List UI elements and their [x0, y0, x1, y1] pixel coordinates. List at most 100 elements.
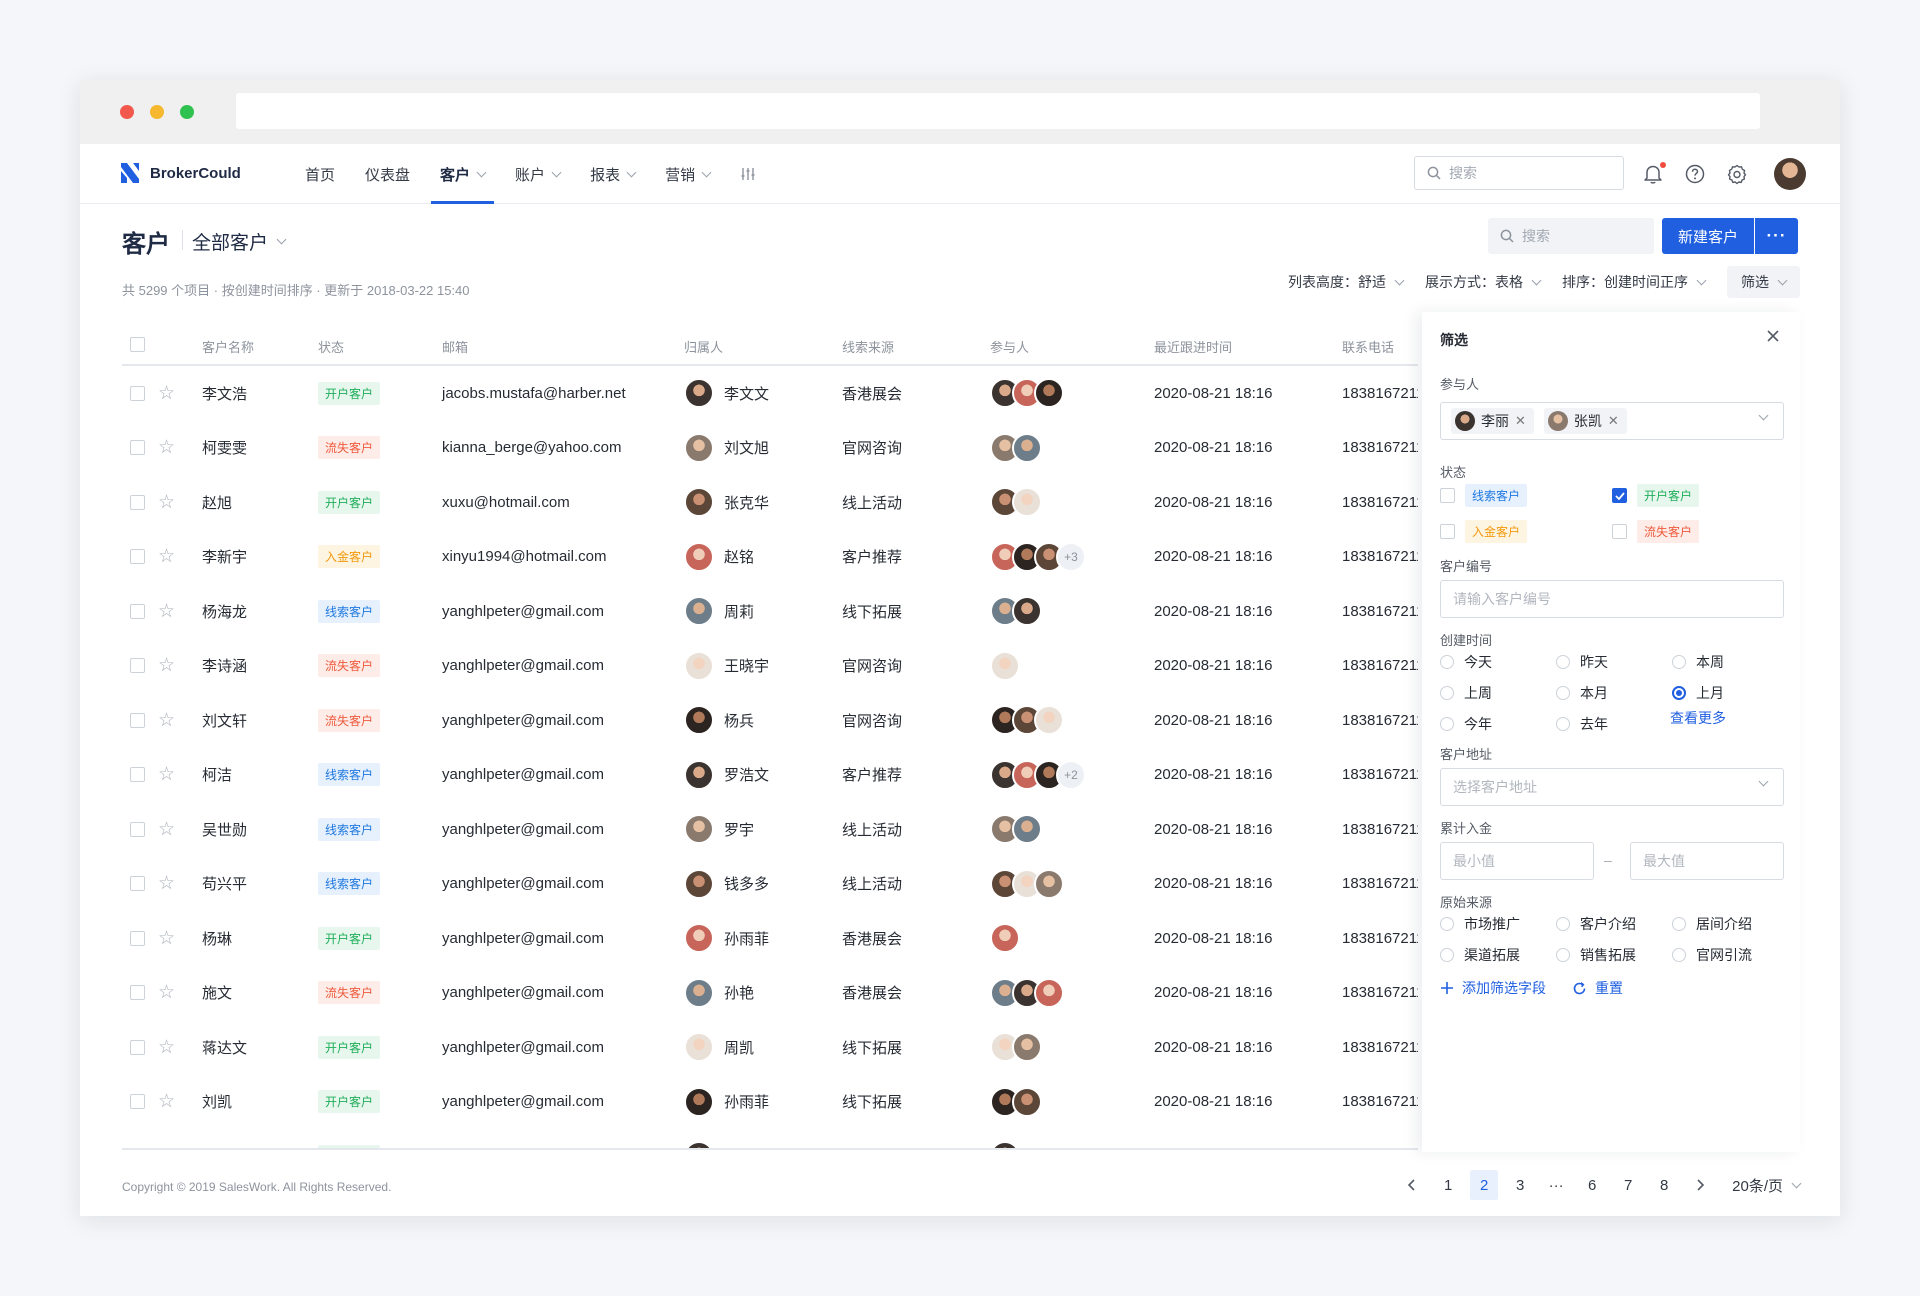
- nav-item-2[interactable]: 客户: [425, 144, 500, 204]
- radio-button[interactable]: [1672, 655, 1686, 669]
- table-row[interactable]: ☆ 柯雯雯 流失客户 kianna_berge@yahoo.com 刘文旭 官网咨询 202…: [122, 421, 1418, 476]
- row-checkbox[interactable]: [130, 821, 145, 837]
- column-participants[interactable]: 参与人: [990, 337, 1029, 356]
- see-more-link[interactable]: 查看更多: [1670, 708, 1726, 728]
- sort-dropdown[interactable]: 排序：创建时间正序: [1562, 272, 1707, 292]
- status-option[interactable]: 流失客户: [1612, 520, 1700, 543]
- participants-cell[interactable]: [990, 1129, 1020, 1150]
- page-button[interactable]: 1: [1434, 1170, 1462, 1200]
- customer-email[interactable]: xuxu@hotmail.com: [442, 494, 570, 511]
- participants-cell[interactable]: +3: [990, 530, 1086, 585]
- participants-cell[interactable]: [990, 584, 1042, 639]
- status-option[interactable]: 线索客户: [1440, 484, 1528, 507]
- view-selector[interactable]: 全部客户: [192, 228, 287, 255]
- table-row[interactable]: ☆ 赵旭 开户客户 xuxu@hotmail.com 张克华 线上活动 2020-08-21…: [122, 475, 1418, 530]
- radio-button[interactable]: [1440, 717, 1454, 731]
- page-button[interactable]: 6: [1578, 1170, 1606, 1200]
- participants-more-count[interactable]: +3: [1056, 541, 1086, 572]
- page-button[interactable]: 3: [1506, 1170, 1534, 1200]
- customer-name[interactable]: 柯洁: [202, 764, 232, 785]
- customer-name[interactable]: 吴世勋: [202, 819, 247, 840]
- table-row[interactable]: ☆ 李诗涵 流失客户 yanghlpeter@gmail.com 王晓宇 官网咨询 2020…: [122, 639, 1418, 694]
- customer-email[interactable]: yanghlpeter@gmail.com: [442, 875, 604, 892]
- more-actions-button[interactable]: ···: [1755, 218, 1798, 254]
- reset-filter-button[interactable]: 重置: [1572, 978, 1623, 998]
- table-row[interactable]: ☆ 刘文轩 流失客户 yanghlpeter@gmail.com 杨兵 官网咨询 2020-…: [122, 693, 1418, 748]
- customer-email[interactable]: yanghlpeter@gmail.com: [442, 657, 604, 674]
- star-icon[interactable]: ☆: [158, 654, 175, 677]
- customer-name[interactable]: 李诗涵: [202, 655, 247, 676]
- row-checkbox[interactable]: [130, 440, 145, 456]
- star-icon[interactable]: ☆: [158, 382, 175, 405]
- customer-email[interactable]: yanghlpeter@gmail.com: [442, 603, 604, 620]
- participants-cell[interactable]: [990, 693, 1064, 748]
- star-icon[interactable]: ☆: [158, 927, 175, 950]
- add-filter-field-button[interactable]: 添加筛选字段: [1440, 978, 1546, 998]
- customer-email[interactable]: yanghlpeter@gmail.com: [442, 930, 604, 947]
- deposit-max-input[interactable]: 最大值: [1630, 842, 1784, 880]
- radio-option[interactable]: 今天: [1440, 652, 1492, 672]
- column-source[interactable]: 线索来源: [842, 337, 894, 356]
- customer-name[interactable]: 杨琳: [202, 928, 232, 949]
- radio-option[interactable]: 昨天: [1556, 652, 1608, 672]
- remove-chip-icon[interactable]: ✕: [1608, 413, 1619, 429]
- customer-id-input[interactable]: 请输入客户编号: [1440, 580, 1784, 618]
- help-button[interactable]: [1682, 161, 1708, 187]
- page-size-dropdown[interactable]: 20条/页: [1732, 1175, 1802, 1196]
- filter-toggle[interactable]: 筛选: [1727, 266, 1800, 298]
- table-row[interactable]: ☆ 苟兴平 线索客户 yanghlpeter@gmail.com 钱多多 线上活动 2020…: [122, 857, 1418, 912]
- column-owner[interactable]: 归属人: [684, 337, 723, 356]
- column-status[interactable]: 状态: [318, 337, 344, 356]
- customer-email[interactable]: jacobs.mustafa@harber.net: [442, 385, 626, 402]
- table-row[interactable]: ☆ 杨海龙 线索客户 yanghlpeter@gmail.com 周莉 线下拓展 2020-…: [122, 584, 1418, 639]
- radio-button[interactable]: [1672, 686, 1686, 700]
- customer-name[interactable]: 刘凯: [202, 1091, 232, 1112]
- participants-cell[interactable]: [990, 639, 1020, 694]
- prev-page-button[interactable]: [1398, 1170, 1426, 1200]
- nav-item-5[interactable]: 营销: [650, 144, 725, 204]
- row-checkbox[interactable]: [130, 385, 145, 401]
- customer-email[interactable]: yanghlpeter@gmail.com: [442, 1039, 604, 1056]
- display-mode-dropdown[interactable]: 展示方式：表格: [1425, 272, 1542, 292]
- column-last-follow[interactable]: 最近跟进时间: [1154, 337, 1232, 356]
- nav-item-3[interactable]: 账户: [500, 144, 575, 204]
- status-checkbox[interactable]: [1612, 524, 1627, 539]
- radio-option[interactable]: 今年: [1440, 714, 1492, 734]
- row-checkbox[interactable]: [130, 1039, 145, 1055]
- status-option[interactable]: 开户客户: [1612, 484, 1700, 507]
- star-icon[interactable]: ☆: [158, 600, 175, 623]
- row-checkbox[interactable]: [130, 930, 145, 946]
- radio-option[interactable]: 上月: [1672, 683, 1724, 703]
- radio-button[interactable]: [1556, 717, 1570, 731]
- minimize-window-button[interactable]: [150, 105, 164, 119]
- star-icon[interactable]: ☆: [158, 1090, 175, 1113]
- star-icon[interactable]: ☆: [158, 1036, 175, 1059]
- participants-cell[interactable]: [990, 802, 1042, 857]
- radio-button[interactable]: [1440, 948, 1454, 962]
- user-avatar[interactable]: [1774, 158, 1806, 190]
- table-row[interactable]: ☆ 刘凯 开户客户 yanghlpeter@gmail.com 孙雨菲 线下拓展 2020-…: [122, 1075, 1418, 1130]
- next-page-button[interactable]: [1686, 1170, 1714, 1200]
- address-select[interactable]: 选择客户地址: [1440, 768, 1784, 806]
- participants-select[interactable]: 李丽 ✕ 张凯 ✕: [1440, 402, 1784, 440]
- table-row[interactable]: ☆ 李新宇 入金客户 xinyu1994@hotmail.com 赵铭 客户推荐 +3 202…: [122, 530, 1418, 585]
- participants-cell[interactable]: [990, 421, 1042, 476]
- row-checkbox[interactable]: [130, 494, 145, 510]
- page-button[interactable]: 7: [1614, 1170, 1642, 1200]
- radio-button[interactable]: [1440, 655, 1454, 669]
- status-option[interactable]: 入金客户: [1440, 520, 1528, 543]
- url-bar[interactable]: [236, 93, 1760, 129]
- status-checkbox[interactable]: [1612, 488, 1627, 503]
- select-all-checkbox[interactable]: [130, 337, 145, 352]
- column-email[interactable]: 邮箱: [442, 337, 468, 356]
- row-checkbox[interactable]: [130, 1094, 145, 1110]
- radio-option[interactable]: 本周: [1672, 652, 1724, 672]
- table-row[interactable]: ☆ 蒋达文 开户客户 yanghlpeter@gmail.com 周凯 线下拓展 2020-…: [122, 1020, 1418, 1075]
- table-row[interactable]: ☆ 刘凯 开户客户 yanghlpeter@gmail.com 孙雨菲 香港展会 2020-…: [122, 1129, 1418, 1150]
- radio-option[interactable]: 本月: [1556, 683, 1608, 703]
- radio-option[interactable]: 去年: [1556, 714, 1608, 734]
- customer-search-input[interactable]: 搜索: [1488, 218, 1654, 254]
- row-checkbox[interactable]: [130, 603, 145, 619]
- customer-name[interactable]: 李新宇: [202, 546, 247, 567]
- page-button[interactable]: ···: [1542, 1170, 1570, 1200]
